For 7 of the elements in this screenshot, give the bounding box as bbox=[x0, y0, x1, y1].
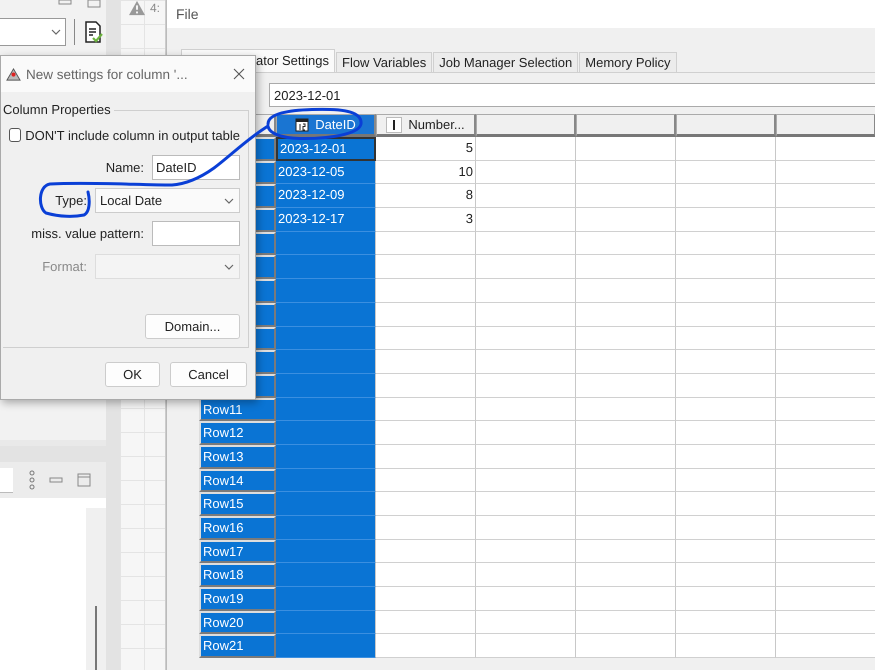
field-label: miss. value pattern: bbox=[30, 226, 144, 241]
node-label: 4: bbox=[150, 1, 160, 15]
field-label: Format: bbox=[41, 259, 87, 274]
field-label: Type: bbox=[54, 193, 87, 208]
checkbox-label: DON'T include column in output table bbox=[25, 128, 240, 142]
group-title: Column Properties bbox=[3, 102, 114, 117]
field-label: Name: bbox=[104, 160, 144, 175]
